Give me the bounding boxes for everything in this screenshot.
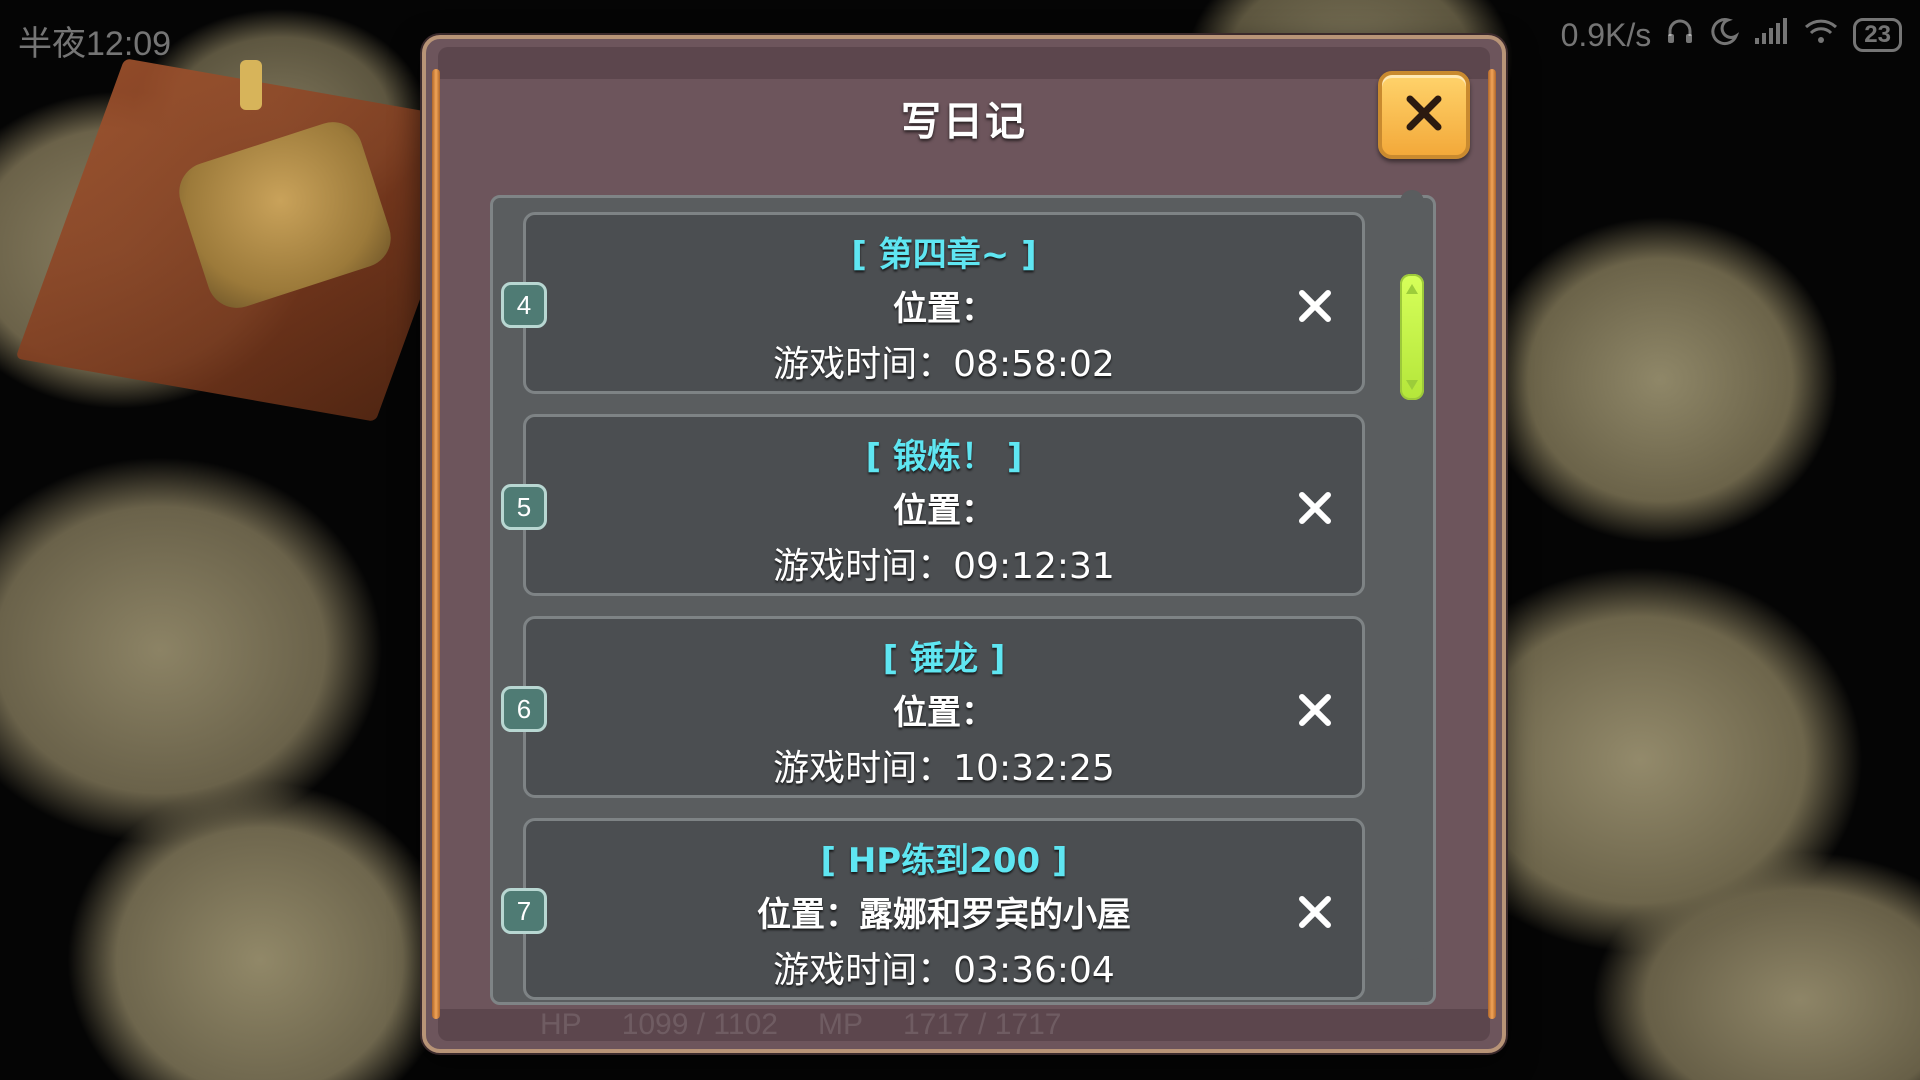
scrollbar-track[interactable] <box>1400 190 1424 960</box>
hp-value: 1099 / 1102 <box>621 1008 778 1041</box>
diary-entry[interactable]: [ HP练到200 ] 位置：露娜和罗宾的小屋 游戏时间：03:36:04 <box>523 818 1365 1000</box>
delete-icon <box>1299 896 1331 928</box>
entry-title: [ 第四章~ ] <box>851 235 1037 275</box>
delete-entry-button[interactable] <box>1290 483 1340 533</box>
player-stats-hud: HP 1099 / 1102 MP 1717 / 1717 <box>540 1000 1390 1050</box>
entry-playtime: 游戏时间：09:12:31 <box>773 546 1115 587</box>
slot-number-badge: 4 <box>501 282 547 328</box>
delete-icon <box>1299 290 1331 322</box>
diary-entry[interactable]: [ 锻炼！ ] 位置： 游戏时间：09:12:31 <box>523 414 1365 596</box>
entry-location: 位置： <box>893 693 995 733</box>
entry-playtime: 游戏时间：08:58:02 <box>773 344 1115 385</box>
network-speed: 0.9K/s <box>1560 16 1652 53</box>
scrollbar-thumb[interactable] <box>1400 274 1424 400</box>
entry-location: 位置： <box>893 289 995 329</box>
diary-list: [ 第四章~ ] 位置： 游戏时间：08:58:02 [ 锻炼！ ] 位置： 游… <box>493 198 1433 1002</box>
dialog-top-band <box>438 47 1490 79</box>
entry-title: [ HP练到200 ] <box>820 841 1068 881</box>
write-diary-dialog: 写日记 [ 第四章~ ] 位置： 游戏时间：08:58:02 [ 锻炼！ ] 位… <box>422 35 1506 1053</box>
scroll-up-arrow-icon <box>1406 284 1418 294</box>
delete-entry-button[interactable] <box>1290 281 1340 331</box>
entry-playtime: 游戏时间：03:36:04 <box>773 950 1115 991</box>
signal-icon <box>1753 16 1789 54</box>
moon-icon <box>1709 16 1740 54</box>
entry-location: 位置：露娜和罗宾的小屋 <box>757 895 1131 935</box>
delete-entry-button[interactable] <box>1290 887 1340 937</box>
close-button[interactable] <box>1378 71 1470 159</box>
slot-number-badge: 6 <box>501 686 547 732</box>
delete-entry-button[interactable] <box>1290 685 1340 735</box>
delete-icon <box>1299 694 1331 726</box>
mp-value: 1717 / 1717 <box>902 1008 1062 1041</box>
battery-icon: 23 <box>1853 18 1902 52</box>
dialog-left-rail <box>432 69 440 1019</box>
slot-number-badge: 5 <box>501 484 547 530</box>
diary-entry[interactable]: [ 锤龙 ] 位置： 游戏时间：10:32:25 <box>523 616 1365 798</box>
headphones-icon <box>1665 16 1695 54</box>
wifi-icon <box>1803 16 1839 54</box>
entry-title: [ 锻炼！ ] <box>865 437 1023 477</box>
hp-label: HP <box>540 1008 582 1041</box>
status-time: 半夜12:09 <box>18 25 172 63</box>
status-right-group: 0.9K/s 23 <box>1561 16 1902 54</box>
entry-title: [ 锤龙 ] <box>882 639 1006 679</box>
close-icon <box>1402 91 1446 139</box>
scroll-down-arrow-icon <box>1406 380 1418 390</box>
delete-icon <box>1299 492 1331 524</box>
entry-playtime: 游戏时间：10:32:25 <box>773 748 1115 789</box>
dialog-title: 写日记 <box>901 99 1027 145</box>
diary-list-panel[interactable]: [ 第四章~ ] 位置： 游戏时间：08:58:02 [ 锻炼！ ] 位置： 游… <box>490 195 1436 1005</box>
diary-entry[interactable]: [ 第四章~ ] 位置： 游戏时间：08:58:02 <box>523 212 1365 394</box>
dialog-right-rail <box>1488 69 1496 1019</box>
entry-location: 位置： <box>893 491 995 531</box>
slot-number-badge: 7 <box>501 888 547 934</box>
mp-label: MP <box>817 1008 863 1041</box>
